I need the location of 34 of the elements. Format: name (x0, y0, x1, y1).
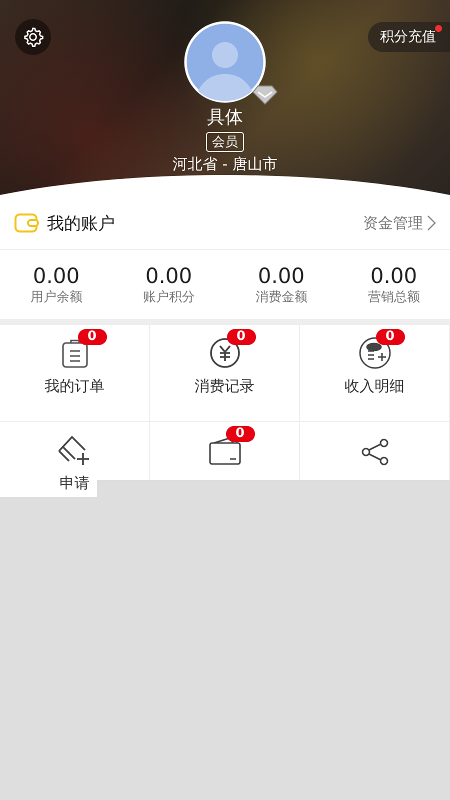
menu-label: 我的订单 (44, 377, 104, 396)
diamond-icon (252, 85, 278, 105)
menu-item[interactable]: 0 消费记录 (150, 325, 300, 422)
count-badge: 0 (376, 329, 405, 345)
stat-value: 0.00 (370, 264, 418, 288)
account-title: 我的账户 (47, 212, 116, 234)
count-badge: 0 (226, 329, 256, 345)
member-tag: 会员 (206, 132, 244, 152)
menu-item[interactable]: 0 收入明细 (300, 325, 450, 422)
menu-label: 收入明细 (344, 377, 404, 396)
stat-value: 0.00 (258, 264, 305, 288)
share-icon (360, 438, 390, 466)
avatar-icon[interactable] (184, 21, 266, 103)
recharge-button[interactable]: 积分充值 (368, 22, 450, 52)
user-name: 具体 (207, 106, 243, 129)
count-badge: 0 (78, 329, 107, 345)
stat-label: 用户余额 (30, 288, 82, 306)
wallet-icon (14, 213, 40, 233)
stat-value: 0.00 (32, 264, 80, 288)
clipboard-icon (60, 339, 90, 369)
fund-management-link[interactable]: 资金管理 (363, 214, 436, 232)
settings-button[interactable] (15, 19, 51, 55)
wallet-minus-icon (208, 436, 242, 466)
stat-label: 消费金额 (255, 288, 308, 306)
menu-label: 消费记录 (194, 377, 254, 396)
settings-icon (22, 26, 44, 48)
stat-label: 营销总额 (368, 288, 420, 306)
count-badge: 0 (226, 426, 255, 442)
menu-item[interactable]: 0 我的订单 (0, 325, 150, 422)
stat-value: 0.00 (145, 264, 192, 288)
user-location: 河北省 - 唐山市 (172, 155, 278, 174)
stat-label: 账户积分 (142, 288, 195, 306)
chevron-right-icon (427, 215, 436, 231)
menu-label: 申请 (60, 474, 90, 493)
